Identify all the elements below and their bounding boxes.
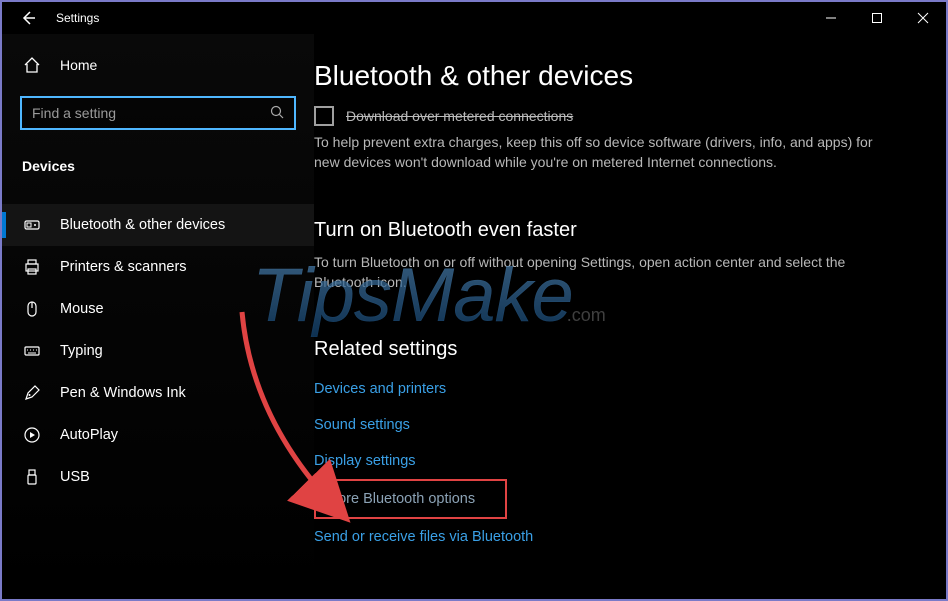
search-field[interactable] (32, 105, 270, 121)
autoplay-icon (22, 426, 42, 444)
sidebar-category: Devices (2, 144, 314, 184)
sidebar-item-mouse[interactable]: Mouse (2, 288, 314, 330)
link-send-receive-files[interactable]: Send or receive files via Bluetooth (314, 519, 541, 555)
link-more-bluetooth-options[interactable]: More Bluetooth options (314, 479, 507, 519)
sidebar-item-label: Bluetooth & other devices (60, 217, 225, 233)
bluetooth-icon (22, 216, 42, 234)
link-devices-printers[interactable]: Devices and printers (314, 371, 454, 407)
sidebar-item-bluetooth[interactable]: Bluetooth & other devices (2, 204, 314, 246)
sidebar-list: Bluetooth & other devices Printers & sca… (2, 204, 314, 498)
sidebar-item-usb[interactable]: USB (2, 456, 314, 498)
minimize-button[interactable] (808, 2, 854, 34)
window-title: Settings (56, 11, 99, 25)
sidebar-item-label: Pen & Windows Ink (60, 385, 186, 401)
metered-description: To help prevent extra charges, keep this… (314, 132, 874, 173)
back-button[interactable] (20, 10, 36, 26)
titlebar: Settings (2, 2, 946, 34)
home-label: Home (60, 57, 97, 73)
sidebar-item-autoplay[interactable]: AutoPlay (2, 414, 314, 456)
checkbox-icon[interactable] (314, 106, 334, 126)
faster-description: To turn Bluetooth on or off without open… (314, 252, 874, 293)
sidebar-item-typing[interactable]: Typing (2, 330, 314, 372)
search-icon (270, 105, 284, 122)
link-sound-settings[interactable]: Sound settings (314, 407, 418, 443)
sidebar-item-label: AutoPlay (60, 427, 118, 443)
faster-heading: Turn on Bluetooth even faster (314, 219, 916, 242)
home-button[interactable]: Home (2, 48, 314, 82)
search-input[interactable] (20, 96, 296, 130)
sidebar: Home Devices Bluetooth & other devices (2, 34, 314, 599)
sidebar-item-label: Printers & scanners (60, 259, 187, 275)
usb-icon (22, 468, 42, 486)
home-icon (22, 56, 42, 74)
close-button[interactable] (900, 2, 946, 34)
sidebar-item-label: Mouse (60, 301, 104, 317)
main-content: Bluetooth & other devices Download over … (314, 34, 946, 599)
sidebar-item-pen[interactable]: Pen & Windows Ink (2, 372, 314, 414)
sidebar-item-label: Typing (60, 343, 103, 359)
keyboard-icon (22, 342, 42, 360)
metered-checkbox-row[interactable]: Download over metered connections (314, 106, 916, 126)
settings-window: Settings Home (2, 2, 946, 599)
page-title: Bluetooth & other devices (314, 60, 916, 92)
link-display-settings[interactable]: Display settings (314, 443, 424, 479)
pen-icon (22, 384, 42, 402)
metered-checkbox-label: Download over metered connections (346, 108, 573, 124)
mouse-icon (22, 300, 42, 318)
related-heading: Related settings (314, 338, 916, 361)
sidebar-item-label: USB (60, 469, 90, 485)
maximize-button[interactable] (854, 2, 900, 34)
printer-icon (22, 258, 42, 276)
sidebar-item-printers[interactable]: Printers & scanners (2, 246, 314, 288)
